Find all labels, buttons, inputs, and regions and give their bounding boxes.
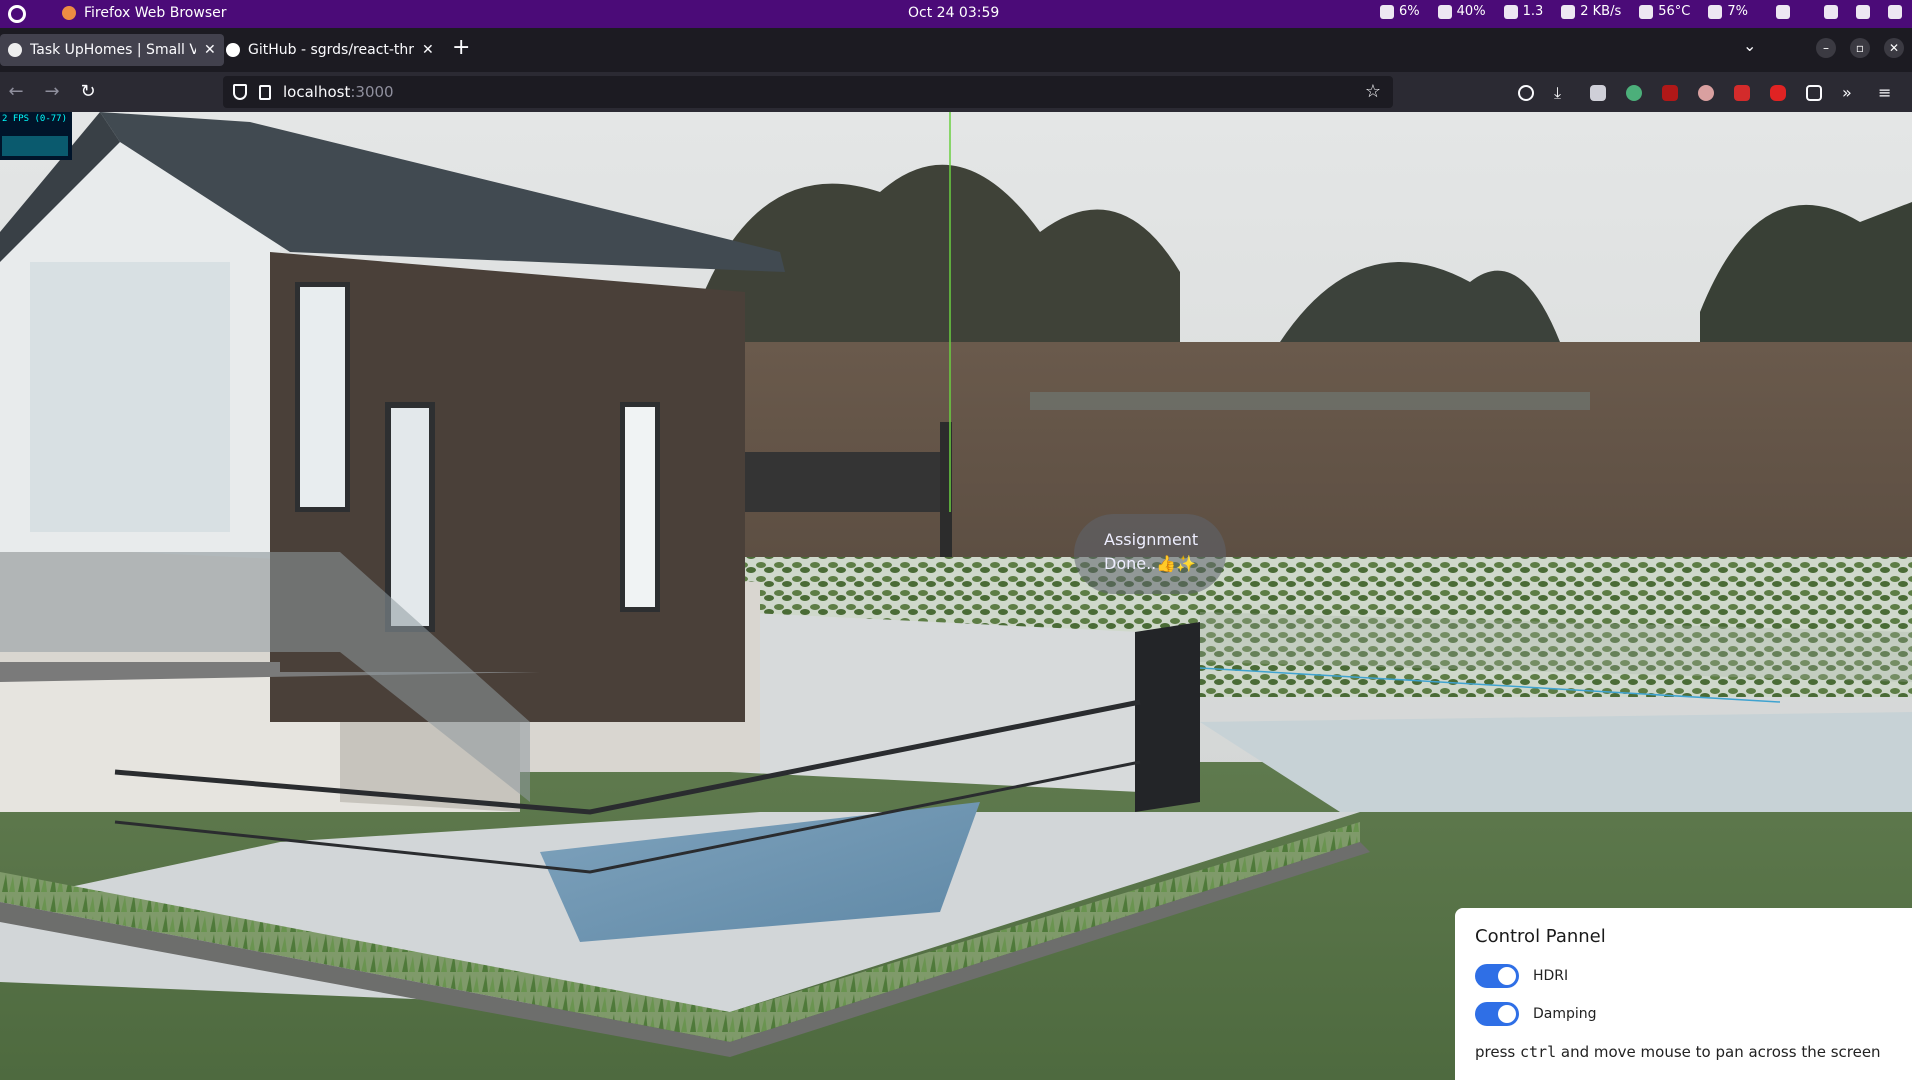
stat-weather: 6% (1380, 4, 1420, 19)
stat-network: 2 KB/s (1561, 4, 1621, 19)
app-name: Firefox Web Browser (84, 5, 227, 21)
damping-toggle-row: Damping (1475, 995, 1892, 1033)
navigation-toolbar: ← → ↻ localhost:3000 ☆ ⤓ » ≡ (0, 72, 1912, 112)
extensions-puzzle-icon[interactable] (1806, 85, 1822, 101)
clipboard-icon[interactable] (1776, 4, 1790, 19)
url-host: localhost (283, 83, 351, 101)
tab-github[interactable]: GitHub - sgrds/react-thre ✕ (218, 34, 442, 66)
reload-icon[interactable]: ↻ (76, 80, 100, 104)
control-panel-title: Control Pannel (1475, 926, 1606, 947)
webgl-viewport[interactable]: 2 FPS (0-77) Assignment Done..👍✨ Control… (0, 112, 1912, 1080)
toggle-knob (1498, 1005, 1516, 1023)
volume-icon[interactable] (1856, 4, 1870, 19)
hdri-label: HDRI (1533, 968, 1569, 984)
tooltip-line-2: Done..👍✨ (1104, 554, 1197, 573)
hdri-toggle-row: HDRI (1475, 957, 1892, 995)
downloads-icon[interactable]: ⤓ (1554, 85, 1570, 101)
ctrl-key: ctrl (1520, 1043, 1557, 1061)
wifi-icon[interactable] (1824, 4, 1838, 19)
overflow-chevron-icon[interactable]: » (1842, 85, 1858, 101)
fps-graph (2, 136, 68, 156)
battery-icon[interactable] (1888, 4, 1902, 19)
close-window-icon[interactable]: ✕ (1884, 38, 1904, 58)
forward-arrow-icon[interactable]: → (40, 80, 64, 104)
system-stats[interactable]: 6% 40% 1.3 2 KB/s 56°C 7% (1380, 4, 1902, 19)
network-icon (1561, 4, 1576, 19)
fps-stats-panel[interactable]: 2 FPS (0-77) (0, 112, 72, 160)
stat-load: 1.3 (1503, 4, 1543, 19)
toggle-knob (1498, 967, 1516, 985)
extension-4-icon[interactable] (1734, 85, 1750, 101)
extension-5-icon[interactable] (1770, 85, 1786, 101)
damping-label: Damping (1533, 1006, 1597, 1022)
extension-1-icon[interactable] (1590, 85, 1606, 101)
control-panel: Control Pannel HDRI Damping press ctrl a… (1455, 908, 1912, 1080)
uphomes-favicon-icon (8, 43, 22, 57)
fps-label: 2 FPS (0-77) (2, 114, 68, 124)
disk-icon (1708, 4, 1723, 19)
maximize-icon[interactable]: ▫ (1850, 38, 1870, 58)
new-tab-button[interactable]: + (452, 36, 470, 60)
load-icon (1503, 4, 1518, 19)
weather-icon (1380, 4, 1395, 19)
stat-memory: 40% (1437, 4, 1486, 19)
github-favicon-icon (226, 43, 240, 57)
assignment-tooltip: Assignment Done..👍✨ (1074, 514, 1226, 594)
stat-temperature: 56°C (1639, 4, 1690, 19)
page-info-icon[interactable] (259, 84, 271, 100)
clock[interactable]: Oct 24 03:59 (908, 5, 999, 21)
activities-icon[interactable] (8, 5, 26, 23)
bookmark-star-icon[interactable]: ☆ (1365, 81, 1381, 102)
url-port: :3000 (350, 83, 394, 101)
damping-toggle[interactable] (1475, 1002, 1519, 1026)
tab-strip: Task UpHomes | Small Vil ✕ GitHub - sgrd… (0, 28, 1912, 72)
close-tab-icon[interactable]: ✕ (422, 42, 434, 58)
temperature-icon (1639, 4, 1654, 19)
url-bar[interactable]: localhost:3000 ☆ (223, 76, 1393, 108)
system-top-bar: Firefox Web Browser Oct 24 03:59 6% 40% … (0, 0, 1912, 28)
tab-label: GitHub - sgrds/react-thre (248, 42, 414, 58)
tooltip-line-1: Assignment (1104, 530, 1199, 549)
ublock-icon[interactable] (1662, 85, 1678, 101)
pan-hint: press ctrl and move mouse to pan across … (1475, 1043, 1881, 1061)
back-arrow-icon[interactable]: ← (4, 80, 28, 104)
extension-3-icon[interactable] (1698, 85, 1714, 101)
list-all-tabs-chevron-icon[interactable]: ⌄ (1743, 36, 1756, 55)
tracking-shield-icon[interactable] (233, 84, 247, 100)
hdri-toggle[interactable] (1475, 964, 1519, 988)
app-menu-hamburger-icon[interactable]: ≡ (1878, 85, 1894, 101)
extension-2-icon[interactable] (1626, 85, 1642, 101)
app-menu[interactable]: Firefox Web Browser (62, 5, 227, 21)
minimize-icon[interactable]: – (1816, 38, 1836, 58)
stat-disk: 7% (1708, 4, 1748, 19)
close-tab-icon[interactable]: ✕ (204, 42, 216, 58)
firefox-icon (62, 6, 76, 20)
tab-uphomes[interactable]: Task UpHomes | Small Vil ✕ (0, 34, 224, 66)
memory-icon (1437, 4, 1452, 19)
tab-label: Task UpHomes | Small Vil (30, 42, 196, 58)
pocket-icon[interactable] (1518, 85, 1534, 101)
